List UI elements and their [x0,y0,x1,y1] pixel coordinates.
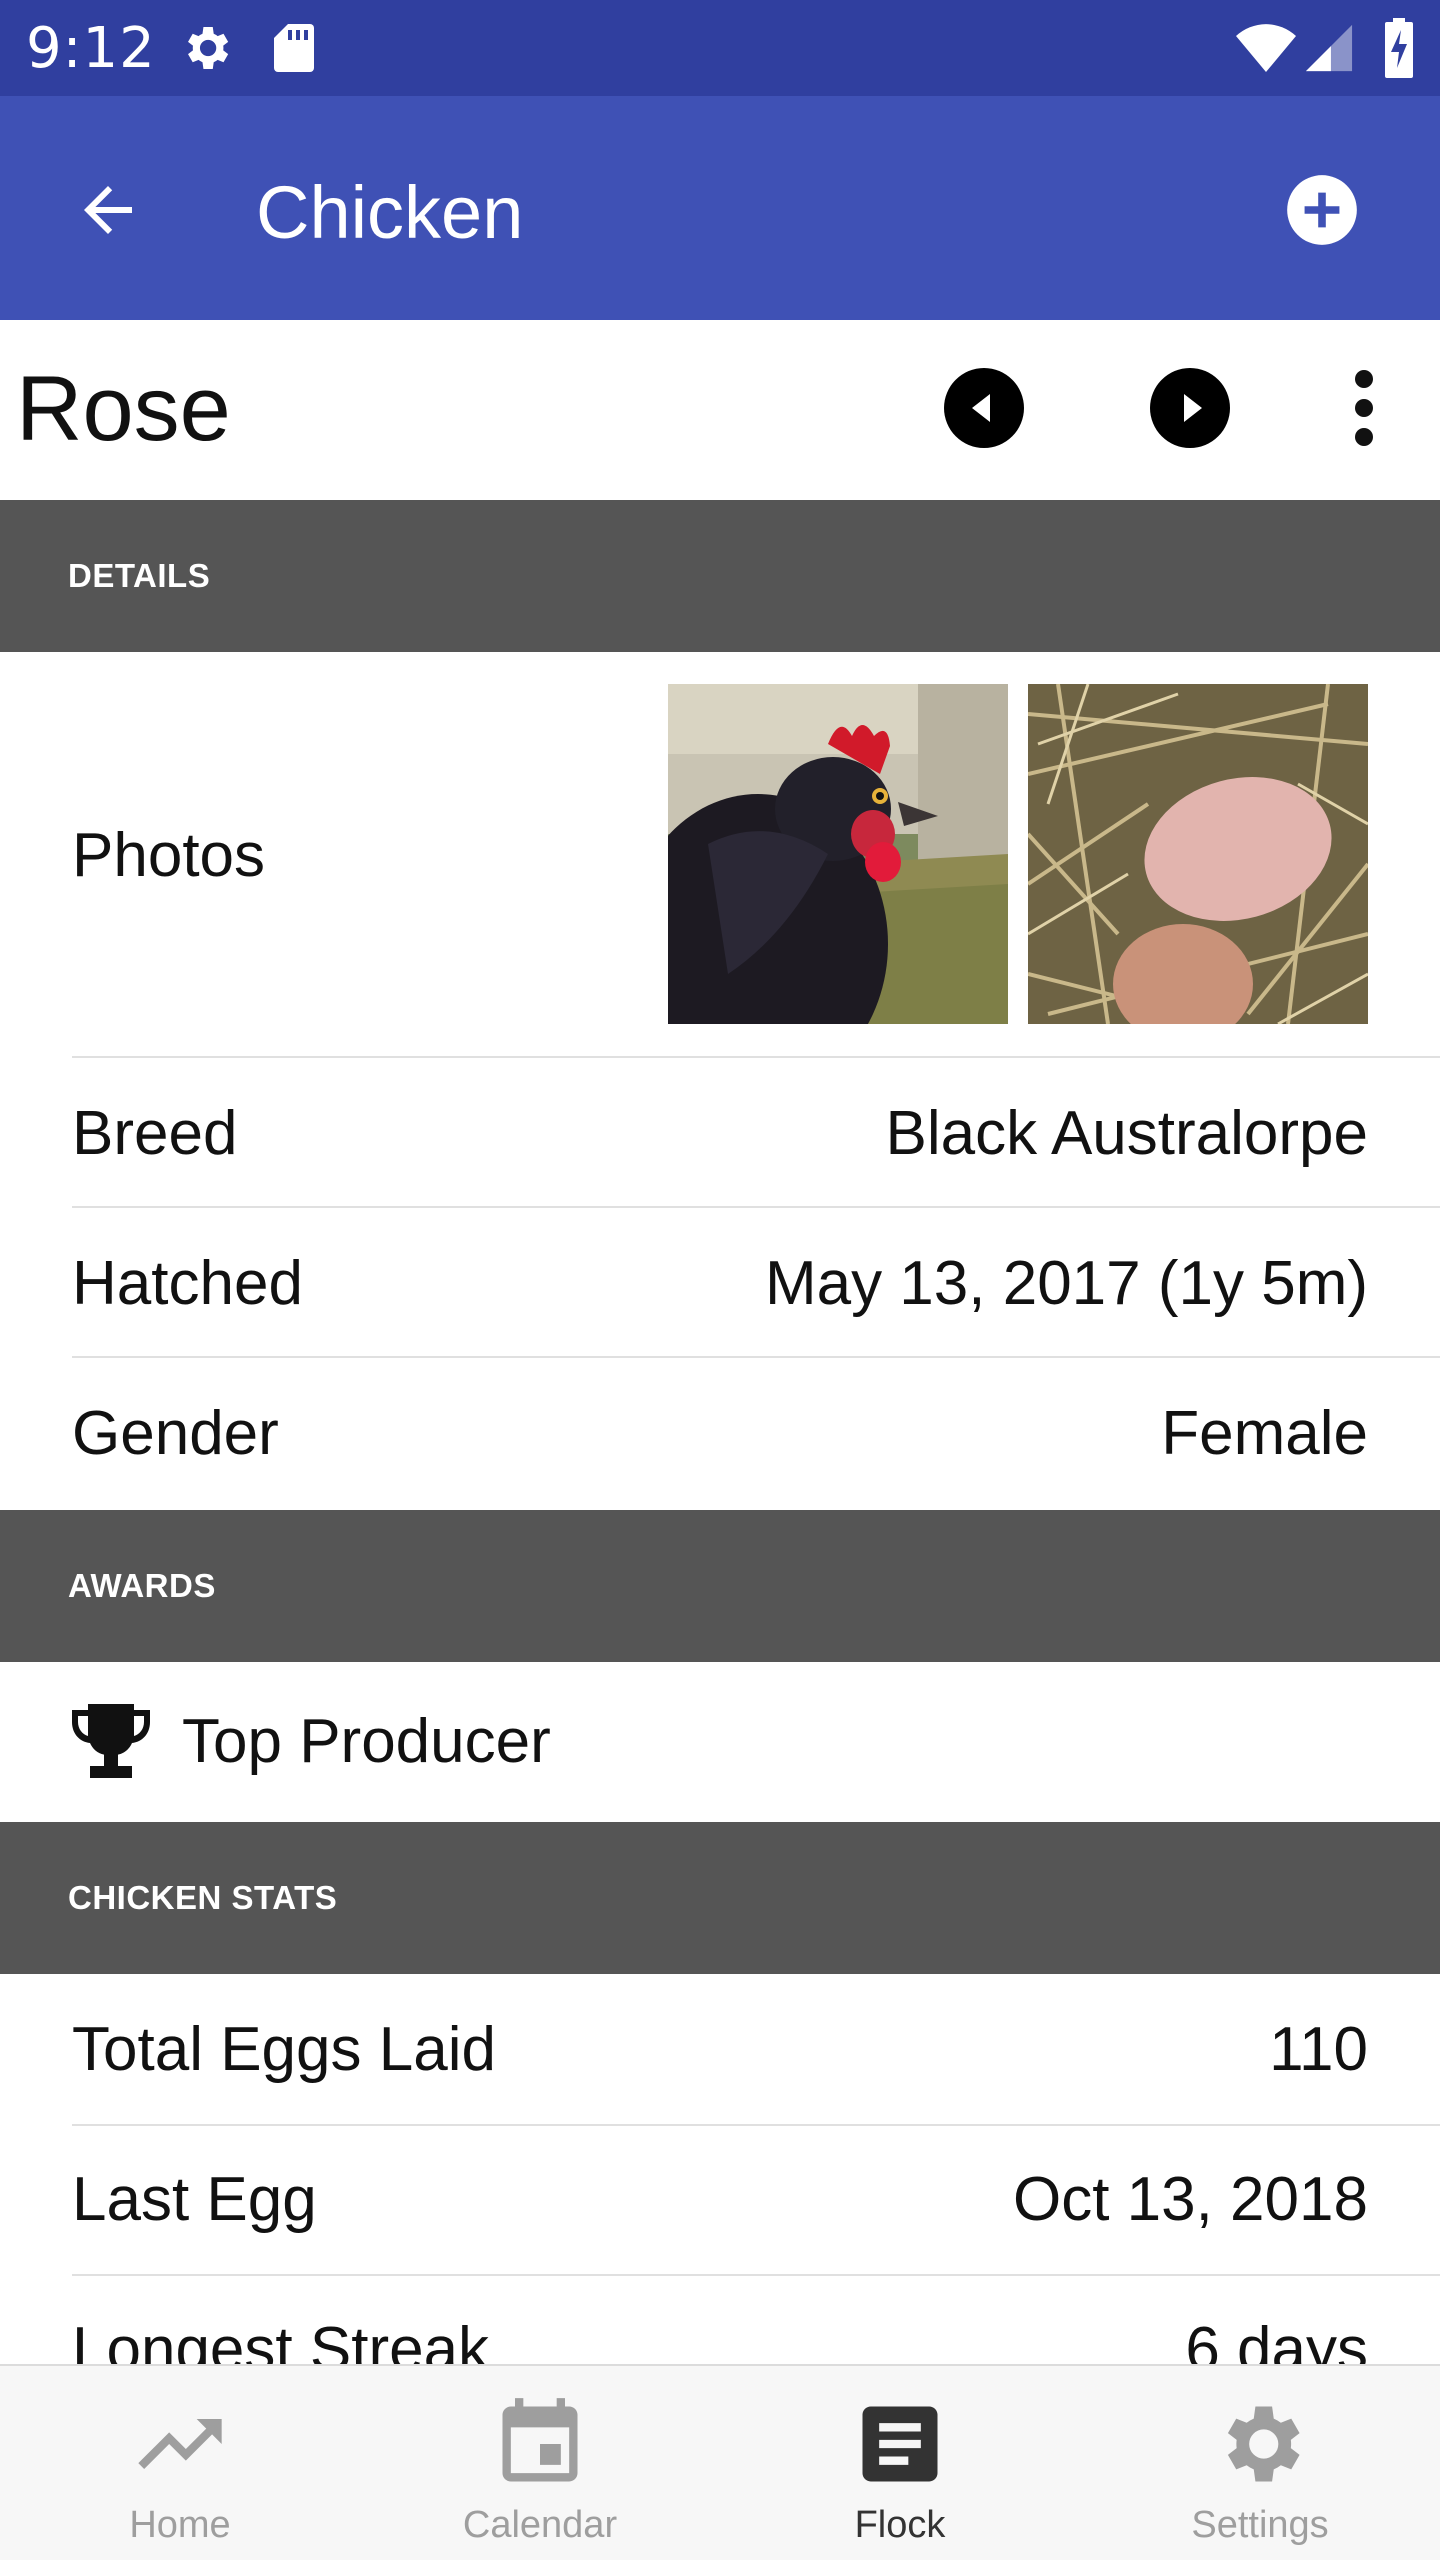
stat-value-total-eggs: 110 [1269,2015,1368,2084]
nav-label-settings: Settings [1191,2504,1329,2546]
nav-label-home: Home [129,2504,231,2546]
photos-label: Photos [72,821,266,890]
breed-label: Breed [72,1099,238,1168]
more-vert-dot [1355,428,1373,446]
sd-card-icon [274,24,314,72]
list-icon [862,2406,938,2482]
bottom-navigation: Home Calendar Flock Settings [0,2364,1440,2560]
caret-right-icon [1184,394,1202,422]
chicken-name: Rose [16,358,231,460]
divider [72,1206,1440,1208]
details-section-header: DETAILS [0,500,1440,652]
breed-value: Black Australorpe [885,1099,1368,1168]
eggs-photo[interactable] [1028,684,1368,1024]
hen-photo[interactable] [668,684,1008,1024]
previous-chicken-button[interactable] [944,368,1024,448]
divider [72,2124,1440,2126]
gender-label: Gender [72,1399,279,1468]
stat-value-last-egg: Oct 13, 2018 [1012,2165,1368,2234]
back-button[interactable] [60,170,156,250]
arrow-back-icon [84,186,132,234]
eggs-image [1028,684,1368,1024]
wifi-icon [1236,24,1296,72]
more-options-button[interactable] [1334,364,1394,452]
battery-charging-icon [1385,18,1413,78]
status-time: 9:12 [26,16,156,81]
hen-image [668,684,1008,1024]
stat-label-total-eggs: Total Eggs Laid [72,2015,496,2084]
nav-settings[interactable]: Settings [1080,2366,1440,2560]
page-title: Chicken [256,171,524,254]
nav-flock[interactable]: Flock [720,2366,1080,2560]
nav-home[interactable]: Home [0,2366,360,2560]
status-bar: 9:12 [0,0,1440,96]
awards-section-header: AWARDS [0,1510,1440,1662]
calendar-icon [502,2398,578,2482]
nav-label-calendar: Calendar [462,2504,618,2546]
divider [72,1356,1440,1358]
app-bar [0,96,1440,320]
settings-gear-icon [188,27,229,69]
award-label: Top Producer [182,1707,551,1776]
hatched-label: Hatched [72,1249,303,1318]
caret-left-icon [972,394,990,422]
add-circle-icon [1287,175,1357,245]
trophy-icon [72,1704,150,1778]
divider [72,2274,1440,2276]
add-button[interactable] [1276,164,1368,256]
stats-section-header: CHICKEN STATS [0,1822,1440,1974]
nav-calendar[interactable]: Calendar [360,2366,720,2560]
trend-icon [138,2419,222,2469]
signal-icon [1305,24,1353,72]
next-chicken-button[interactable] [1150,368,1230,448]
stat-label-last-egg: Last Egg [72,2165,317,2234]
hatched-value: May 13, 2017 (1y 5m) [764,1249,1368,1318]
divider [72,1056,1440,1058]
more-vert-dot [1355,399,1373,417]
gender-value: Female [1161,1399,1368,1468]
more-vert-icon [1355,370,1373,388]
nav-label-flock: Flock [854,2504,946,2546]
gear-icon [1227,2406,1300,2482]
